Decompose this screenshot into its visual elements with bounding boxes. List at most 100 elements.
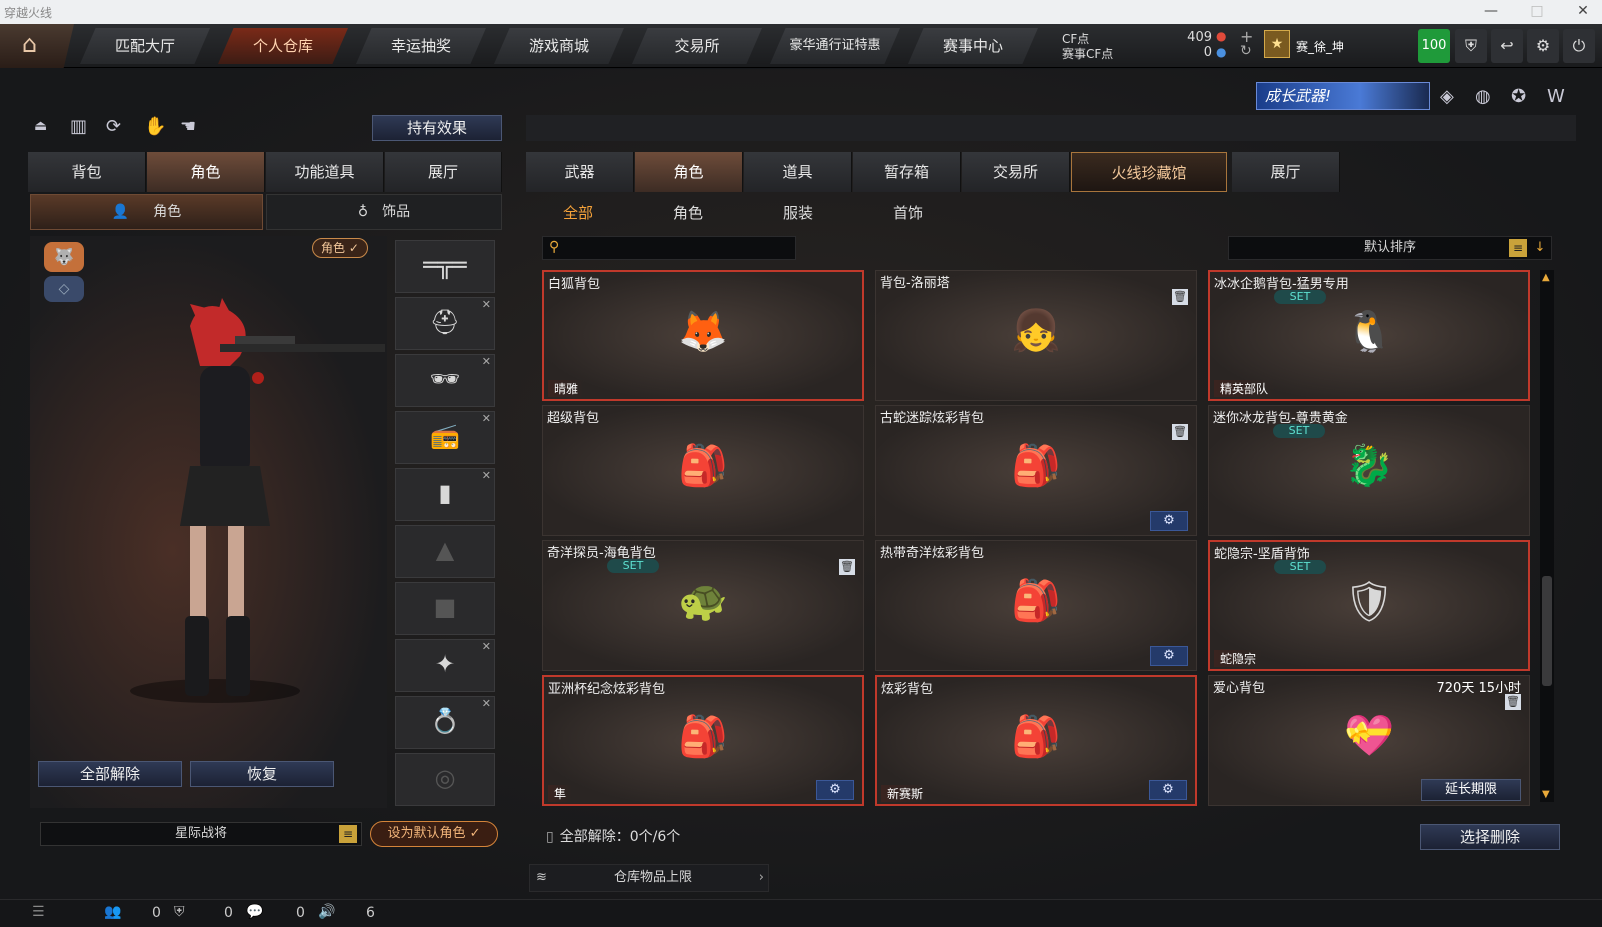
sort-dropdown[interactable]: 默认排序 ≡ ↓ <box>1228 236 1552 260</box>
badge-v-icon[interactable]: ◈ <box>1440 86 1454 107</box>
maximize-button[interactable]: □ <box>1524 3 1550 21</box>
rtab-temp-box[interactable]: 暂存箱 <box>853 152 961 192</box>
nav-game-mall[interactable]: 游戏商城 <box>494 28 624 64</box>
role-name-field[interactable]: 星际战将 ≡ <box>40 822 362 846</box>
trash-icon[interactable]: 🗑 <box>1172 424 1188 440</box>
player-info[interactable]: ★ 赛_徐_坤 <box>1264 30 1384 62</box>
trash-icon[interactable]: 🗑 <box>839 559 855 575</box>
close-button[interactable]: ✕ <box>1570 3 1596 21</box>
item-card[interactable]: 超级背包 🎒 <box>542 405 864 536</box>
hand-icon[interactable]: ☚ <box>180 116 196 137</box>
slot-accessory[interactable]: ◎ <box>395 753 495 806</box>
slot-radio[interactable]: ✕ 📻 <box>395 411 495 464</box>
power-icon[interactable]: ⏻ <box>1563 29 1595 63</box>
globe-icon[interactable]: ◍ <box>1475 86 1491 107</box>
slot-glasses[interactable]: ✕ 🕶 <box>395 354 495 407</box>
nav-exchange[interactable]: 交易所 <box>632 28 762 64</box>
chat-icon[interactable]: 💬 <box>246 904 263 920</box>
nav-event-center[interactable]: 赛事中心 <box>908 28 1038 64</box>
holding-effect-button[interactable]: 持有效果 <box>372 115 502 141</box>
list-icon[interactable]: ≡ <box>1509 239 1527 257</box>
w-logo-icon[interactable]: W <box>1547 86 1565 107</box>
nav-battle-pass[interactable]: 豪华通行证特惠 <box>770 28 900 64</box>
level-badge: 100 <box>1418 29 1450 63</box>
growth-weapon-banner[interactable]: 成长武器! <box>1256 82 1430 110</box>
item-card[interactable]: 白狐背包 🦊 晴雅 <box>542 270 864 401</box>
gear-icon[interactable]: ⚙ <box>1527 29 1559 63</box>
subtab-accessory[interactable]: ♁ 饰品 <box>266 194 502 230</box>
storage-limit-bar[interactable]: ≋ 仓库物品上限 › <box>529 864 769 892</box>
gear-icon[interactable]: ⚙ <box>816 780 854 800</box>
slot-gear[interactable]: ✕ ▮ <box>395 468 495 521</box>
home-button[interactable]: ⌂ <box>0 24 74 68</box>
tab-function-items[interactable]: 功能道具 <box>266 152 384 192</box>
clan-icon[interactable]: ⛨ <box>174 904 185 920</box>
set-default-role-button[interactable]: 设为默认角色 ✓ <box>370 821 498 847</box>
podium-icon[interactable]: ▥ <box>70 116 87 137</box>
subtab-clothing[interactable]: 服装 <box>768 197 828 229</box>
refresh-icon[interactable]: ↻ <box>1240 43 1252 59</box>
off-toggle-icon[interactable]: ⏏ <box>34 118 47 134</box>
minimize-button[interactable]: — <box>1478 3 1504 21</box>
subtab-all[interactable]: 全部 <box>548 197 608 229</box>
item-card[interactable]: 炫彩背包 🎒 新赛斯 ⚙ <box>875 675 1197 806</box>
status-bar: ☰ 👥 0 ⛨ 0 💬 0 🔊 6 <box>0 899 1602 927</box>
trash-icon[interactable]: 🗑 <box>1505 694 1521 710</box>
gear-icon[interactable]: ⚙ <box>1149 780 1187 800</box>
friends-icon[interactable]: 👥 <box>104 904 121 920</box>
menu-icon[interactable]: ☰ <box>32 904 45 920</box>
slot-badge[interactable]: ✕ ✦ <box>395 639 495 692</box>
rotate-icon[interactable]: ⟳ <box>106 116 121 137</box>
sort-arrow-icon[interactable]: ↓ <box>1531 239 1549 257</box>
slot-helmet[interactable]: ✕ ⛑ <box>395 297 495 350</box>
star-gear-icon[interactable]: ✪ <box>1511 86 1526 107</box>
rtab-exchange[interactable]: 交易所 <box>962 152 1070 192</box>
scrollbar[interactable]: ▲ ▼ <box>1540 270 1554 802</box>
item-icon: 🎒 <box>1011 714 1061 760</box>
rtab-hall[interactable]: 展厅 <box>1232 152 1340 192</box>
rtab-character[interactable]: 角色 <box>635 152 743 192</box>
pose-icon[interactable]: ✋ <box>144 116 166 137</box>
gear-icon[interactable]: ⚙ <box>1150 646 1188 666</box>
item-card[interactable]: 迷你冰龙背包-尊贵黄金 SET 🐉 <box>1208 405 1530 536</box>
rtab-cf-collection[interactable]: 火线珍藏馆 <box>1071 152 1227 192</box>
search-icon: ⚲ <box>549 239 560 255</box>
item-card[interactable]: 冰冰企鹅背包-猛男专用 SET 🐧 精英部队 <box>1208 270 1530 401</box>
item-card[interactable]: 亚洲杯纪念炫彩背包 🎒 隼 ⚙ <box>542 675 864 806</box>
item-card[interactable]: 背包-洛丽塔 🗑 👧 <box>875 270 1197 401</box>
item-card[interactable]: 奇洋探员-海龟背包 SET 🗑 🐢 <box>542 540 864 671</box>
subtab-character[interactable]: 👤 角色 <box>30 194 263 230</box>
gear-icon[interactable]: ⚙ <box>1150 511 1188 531</box>
tab-character[interactable]: 角色 <box>147 152 265 192</box>
rtab-items[interactable]: 道具 <box>744 152 852 192</box>
select-delete-button[interactable]: 选择删除 <box>1420 824 1560 850</box>
item-card[interactable]: 热带奇洋炫彩背包 🎒 ⚙ <box>875 540 1197 671</box>
slot-vest[interactable]: ▲ <box>395 525 495 578</box>
item-card[interactable]: 蛇隐宗-坚盾背饰 SET 🛡 蛇隐宗 <box>1208 540 1530 671</box>
slot-pants[interactable]: ■ <box>395 582 495 635</box>
slot-weapon[interactable]: ═╦═ <box>395 240 495 293</box>
nav-lucky-draw[interactable]: 幸运抽奖 <box>356 28 486 64</box>
item-card[interactable]: 爱心背包 720天 15小时 🗑 💝 延长期限 <box>1208 675 1530 806</box>
unequip-all-button[interactable]: 全部解除 <box>38 761 182 787</box>
slot-ring[interactable]: ✕ 💍 <box>395 696 495 749</box>
tab-backpack[interactable]: 背包 <box>28 152 146 192</box>
subtab-jewelry[interactable]: 首饰 <box>878 197 938 229</box>
rtab-weapon[interactable]: 武器 <box>526 152 634 192</box>
restore-button[interactable]: 恢复 <box>190 761 334 787</box>
list-icon[interactable]: ≡ <box>339 825 357 843</box>
speaker-icon[interactable]: 🔊 <box>318 904 335 920</box>
scroll-thumb[interactable] <box>1542 576 1552 686</box>
return-icon[interactable]: ↩ <box>1491 29 1523 63</box>
tab-hall[interactable]: 展厅 <box>385 152 502 192</box>
scroll-up-icon[interactable]: ▲ <box>1542 272 1550 283</box>
scroll-down-icon[interactable]: ▼ <box>1542 789 1550 800</box>
search-input[interactable] <box>569 239 789 257</box>
item-card[interactable]: 古蛇迷踪炫彩背包 🗑 🎒 ⚙ <box>875 405 1197 536</box>
nav-personal-storage[interactable]: 个人仓库 <box>218 28 348 64</box>
shield-icon[interactable]: ⛨ <box>1455 29 1487 63</box>
nav-match-lobby[interactable]: 匹配大厅 <box>80 28 210 64</box>
subtab-role[interactable]: 角色 <box>658 197 718 229</box>
trash-icon[interactable]: 🗑 <box>1172 289 1188 305</box>
extend-button[interactable]: 延长期限 <box>1421 779 1521 801</box>
